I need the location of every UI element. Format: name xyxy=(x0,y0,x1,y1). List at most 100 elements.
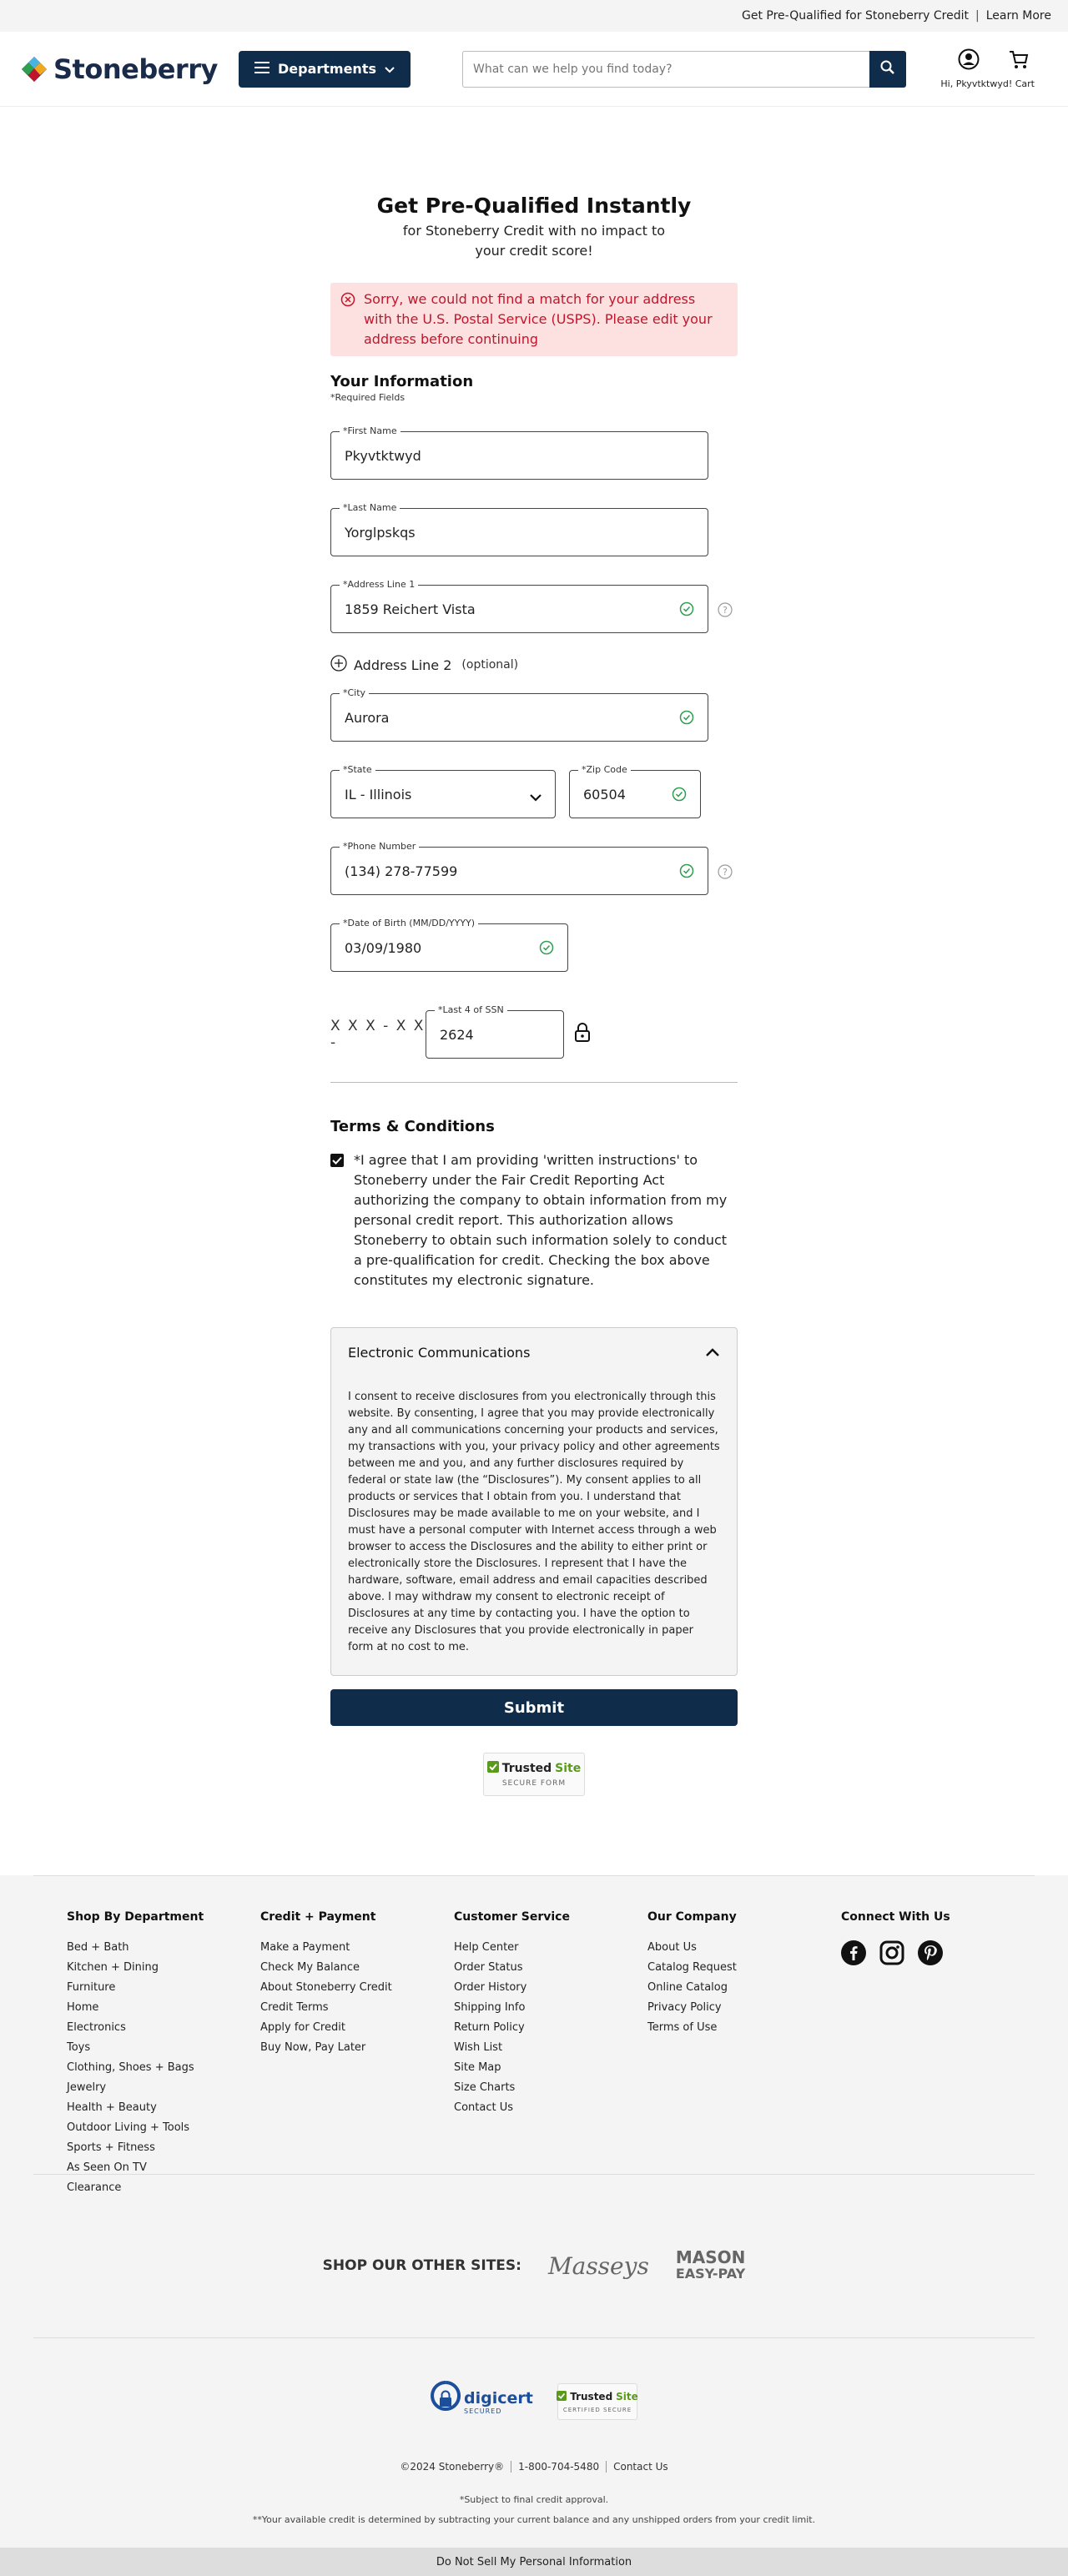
zip-code-field[interactable]: *Zip Code 60504 xyxy=(569,764,701,818)
state-select[interactable]: *State IL - Illinois xyxy=(330,764,556,818)
footer-link[interactable]: Health + Beauty xyxy=(67,2101,260,2115)
footer-link[interactable]: Credit Terms xyxy=(260,2000,454,2015)
site-footer: Shop By Department Bed + Bath Kitchen + … xyxy=(0,1875,1068,2576)
terms-title: Terms & Conditions xyxy=(330,1118,495,1135)
date-of-birth-label: *Date of Birth (MM/DD/YYYY) xyxy=(340,918,479,928)
trustedsite-badge[interactable]: Trusted Site SECURE FORM xyxy=(483,1753,585,1796)
trustedsite-sub: SECURE FORM xyxy=(501,1779,567,1788)
contact-link[interactable]: Contact Us xyxy=(606,2461,675,2473)
electronic-communications-header[interactable]: Electronic Communications xyxy=(348,1345,720,1361)
phone-link[interactable]: 1-800-704-5480 xyxy=(511,2461,606,2473)
footer-link[interactable]: About Us xyxy=(647,1940,841,1955)
instagram-icon[interactable] xyxy=(879,1940,904,1969)
electronic-communications-panel: Electronic Communications I consent to r… xyxy=(330,1327,738,1676)
last-name-field[interactable]: *Last Name Yorglpskqs xyxy=(330,502,708,556)
footer-link[interactable]: Help Center xyxy=(454,1940,647,1955)
account-greeting[interactable]: Hi, Pkyvtktwyd! Cart xyxy=(940,78,1035,89)
date-of-birth-field[interactable]: *Date of Birth (MM/DD/YYYY) 03/09/1980 xyxy=(330,918,568,972)
masseys-logo[interactable]: Masseys xyxy=(548,2252,649,2280)
svg-text:?: ? xyxy=(723,867,728,878)
footer-link[interactable]: Wish List xyxy=(454,2040,647,2055)
divider xyxy=(330,1082,738,1083)
footer-link[interactable]: Apply for Credit xyxy=(260,2020,454,2035)
address-line2-label: Address Line 2 xyxy=(354,657,452,673)
footer-link[interactable]: Outdoor Living + Tools xyxy=(67,2121,260,2135)
learn-more-link[interactable]: Learn More xyxy=(986,9,1051,23)
chevron-down-icon xyxy=(530,789,542,805)
footer-link[interactable]: Online Catalog xyxy=(647,1980,841,1995)
footer-link[interactable]: Catalog Request xyxy=(647,1960,841,1975)
city-field[interactable]: *City Aurora xyxy=(330,687,708,742)
footer-trustedsite-badge[interactable]: Trusted Site CERTIFIED SECURE xyxy=(557,2383,638,2420)
help-icon[interactable]: ? xyxy=(718,602,733,621)
prequal-form: Get Pre-Qualified Instantly for Stoneber… xyxy=(330,107,738,1796)
logo-diamond-icon xyxy=(20,55,48,83)
footer-link[interactable]: Size Charts xyxy=(454,2080,647,2095)
footer-link[interactable]: Clothing, Shoes + Bags xyxy=(67,2060,260,2075)
footer-link[interactable]: Check My Balance xyxy=(260,1960,454,1975)
search-button[interactable] xyxy=(869,50,906,88)
plus-circle-icon xyxy=(330,655,347,675)
cart-icon[interactable] xyxy=(1008,48,1030,73)
digicert-sub: SECURED xyxy=(464,2407,502,2415)
footer-link[interactable]: Clearance xyxy=(67,2181,260,2195)
valid-check-icon xyxy=(679,710,694,728)
footer-link[interactable]: Contact Us xyxy=(454,2101,647,2115)
footer-link[interactable]: Jewelry xyxy=(67,2080,260,2095)
promo-link[interactable]: Get Pre-Qualified for Stoneberry Credit xyxy=(742,9,969,23)
security-badges: digicert SECURED Trusted Site CERTIFIED S… xyxy=(0,2379,1068,2424)
first-name-label: *First Name xyxy=(340,425,400,436)
footer-link[interactable]: About Stoneberry Credit xyxy=(260,1980,454,1995)
terms-checkbox[interactable] xyxy=(330,1154,344,1167)
mason-easypay-logo[interactable]: MASON EASY-PAY xyxy=(676,2249,746,2282)
footer-column-company: Our Company About Us Catalog Request Onl… xyxy=(647,1910,841,2201)
search-input[interactable] xyxy=(462,50,869,88)
footer-link[interactable]: Privacy Policy xyxy=(647,2000,841,2015)
footer-link[interactable]: Order Status xyxy=(454,1960,647,1975)
ssn-last4-field[interactable]: *Last 4 of SSN 2624 xyxy=(426,1004,564,1059)
address-line1-field[interactable]: *Address Line 1 1859 Reichert Vista ? xyxy=(330,579,733,633)
chevron-up-icon[interactable] xyxy=(705,1345,720,1361)
help-icon[interactable]: ? xyxy=(718,864,733,883)
lock-icon xyxy=(574,1023,591,1046)
footer-link[interactable]: Sports + Fitness xyxy=(67,2141,260,2155)
footer-link[interactable]: Bed + Bath xyxy=(67,1940,260,1955)
footer-link[interactable]: Home xyxy=(67,2000,260,2015)
logo[interactable]: Stoneberry xyxy=(20,53,220,85)
mason-logo-bottom: EASY-PAY xyxy=(675,2266,746,2282)
digicert-badge[interactable]: digicert SECURED xyxy=(431,2379,533,2424)
state-value: IL - Illinois xyxy=(345,786,412,802)
legal-links: ©2024 Stoneberry® 1-800-704-5480 Contact… xyxy=(0,2461,1068,2473)
add-address-line2-button[interactable]: Address Line 2 (optional) xyxy=(330,655,738,675)
footer-link[interactable]: Terms of Use xyxy=(647,2020,841,2035)
footer-link[interactable]: Make a Payment xyxy=(260,1940,454,1955)
electronic-communications-title: Electronic Communications xyxy=(348,1345,531,1361)
svg-text:?: ? xyxy=(723,605,728,616)
footer-link[interactable]: Toys xyxy=(67,2040,260,2055)
footer-link[interactable]: Electronics xyxy=(67,2020,260,2035)
trustedsite-check-icon xyxy=(557,2390,567,2403)
footer-link[interactable]: Site Map xyxy=(454,2060,647,2075)
address-line1-label: *Address Line 1 xyxy=(340,579,419,590)
do-not-sell-link[interactable]: Do Not Sell My Personal Information xyxy=(0,2548,1068,2576)
footer-link[interactable]: Kitchen + Dining xyxy=(67,1960,260,1975)
facebook-icon[interactable] xyxy=(841,1940,866,1969)
zip-code-label: *Zip Code xyxy=(578,764,631,775)
required-note: *Required Fields xyxy=(330,392,406,403)
mason-logo-top: MASON xyxy=(675,2247,746,2267)
submit-button[interactable]: Submit xyxy=(330,1689,738,1726)
footer-link[interactable]: Buy Now, Pay Later xyxy=(260,2040,454,2055)
departments-button[interactable]: Departments xyxy=(239,50,411,88)
footer-link[interactable]: Furniture xyxy=(67,1980,260,1995)
footer-link[interactable]: As Seen On TV xyxy=(67,2161,260,2175)
footer-link[interactable]: Shipping Info xyxy=(454,2000,647,2015)
first-name-field[interactable]: *First Name Pkyvtktwyd xyxy=(330,425,708,480)
footer-link[interactable]: Return Policy xyxy=(454,2020,647,2035)
footer-link[interactable]: Order History xyxy=(454,1980,647,1995)
phone-field[interactable]: *Phone Number (134) 278-77599 ? xyxy=(330,841,733,895)
last-name-value: Yorglpskqs xyxy=(345,524,416,541)
zip-code-value: 60504 xyxy=(583,786,626,802)
phone-value: (134) 278-77599 xyxy=(345,863,458,879)
account-icon[interactable] xyxy=(958,48,980,73)
pinterest-icon[interactable] xyxy=(918,1940,943,1969)
